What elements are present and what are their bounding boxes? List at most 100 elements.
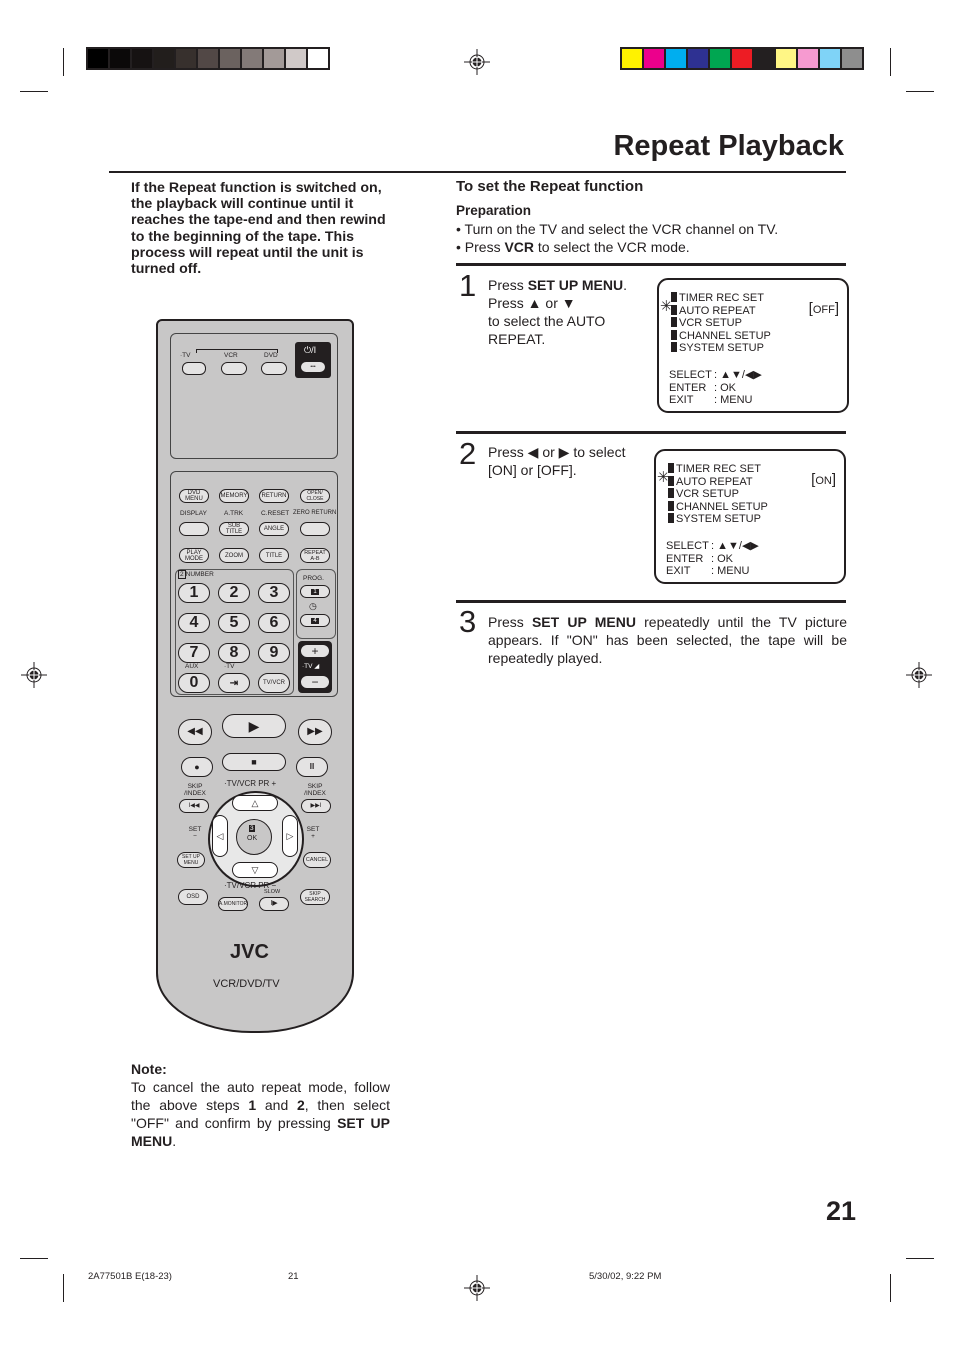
color-swatch bbox=[732, 49, 752, 68]
digit-8-button[interactable]: 8 bbox=[218, 643, 250, 663]
left-button[interactable]: ◁ bbox=[212, 815, 228, 857]
osd-screen-step1: TIMER REC SET AUTO REPEAT ✳ VCR SETUP CHANNE… bbox=[657, 278, 849, 413]
menu-item: SYSTEM SETUP bbox=[671, 342, 764, 355]
menu-item: TIMER REC SET bbox=[671, 292, 764, 305]
skip-forward-button[interactable]: ▶▶I bbox=[301, 799, 331, 813]
input-select-button[interactable]: ⇥ bbox=[218, 673, 250, 693]
rewind-button[interactable]: ◀◀ bbox=[178, 719, 212, 745]
prog-4-button[interactable]: 4 bbox=[300, 614, 330, 627]
creset-label: C.RESET bbox=[261, 510, 290, 517]
stop-button[interactable]: ■ bbox=[222, 753, 286, 771]
return-button[interactable]: RETURN bbox=[259, 489, 289, 503]
step-number: 1 bbox=[459, 268, 477, 303]
volume-down-button[interactable]: − bbox=[300, 675, 330, 689]
menu-item: TIMER REC SET bbox=[668, 463, 761, 476]
set-plus-label: SET + bbox=[306, 826, 320, 840]
skip-search-button[interactable]: SKIP SEARCH bbox=[300, 889, 330, 905]
number-label: 2 NUMBER bbox=[178, 570, 214, 579]
color-swatch bbox=[798, 49, 818, 68]
color-swatch bbox=[110, 49, 130, 68]
step-number: 2 bbox=[459, 436, 477, 471]
ok-step-badge: 3 bbox=[249, 825, 255, 832]
repeat-ab-button[interactable]: REPEAT A-B bbox=[300, 548, 330, 563]
display-button[interactable] bbox=[179, 522, 209, 536]
slow-label: SLOW bbox=[264, 889, 281, 895]
digit-9-button[interactable]: 9 bbox=[258, 643, 290, 663]
digit-7-button[interactable]: 7 bbox=[178, 643, 210, 663]
step-line: Press ◀ or ▶ to select bbox=[488, 444, 626, 460]
color-swatch bbox=[754, 49, 774, 68]
digit-1-button[interactable]: 1 bbox=[178, 583, 210, 603]
digit-0-button[interactable]: 0 bbox=[178, 673, 210, 693]
power-button[interactable]: ••• bbox=[300, 361, 326, 373]
registration-mark-icon bbox=[21, 662, 47, 688]
dvd-button[interactable] bbox=[261, 362, 287, 375]
record-button[interactable]: ● bbox=[181, 757, 213, 777]
crop-mark bbox=[890, 48, 891, 76]
digit-6-button[interactable]: 6 bbox=[258, 613, 290, 633]
prog-1-button[interactable]: 1 bbox=[300, 585, 330, 598]
angle-button[interactable]: ANGLE bbox=[259, 522, 289, 536]
step-2-badge: 2 bbox=[178, 570, 186, 579]
cancel-button[interactable]: CANCEL bbox=[303, 852, 331, 868]
digit-2-button[interactable]: 2 bbox=[218, 583, 250, 603]
open-close-button[interactable]: OPEN/ CLOSE bbox=[300, 489, 330, 503]
digit-4-button[interactable]: 4 bbox=[178, 613, 210, 633]
step-rule bbox=[456, 600, 846, 603]
prog-label: PROG. bbox=[303, 575, 324, 582]
preparation-heading: Preparation bbox=[456, 203, 532, 218]
menu-item: VCR SETUP bbox=[668, 488, 739, 501]
menu-item: CHANNEL SETUP bbox=[668, 500, 768, 514]
play-mode-button[interactable]: PLAY MODE bbox=[179, 548, 209, 563]
model-label: VCR/DVD/TV bbox=[213, 978, 280, 990]
up-button[interactable]: △ bbox=[232, 795, 278, 811]
step-3-text: Press SET UP MENU repeatedly until the T… bbox=[488, 613, 847, 667]
setup-menu-button[interactable]: SET UP MENU bbox=[177, 852, 205, 868]
slow-button[interactable]: I▶ bbox=[259, 897, 289, 911]
auto-repeat-value: [ON] bbox=[811, 471, 836, 488]
vcr-button[interactable] bbox=[221, 362, 247, 375]
right-button[interactable]: ▷ bbox=[282, 815, 298, 857]
ok-label: OK bbox=[247, 835, 258, 842]
preparation-text: • Turn on the TV and select the VCR chan… bbox=[456, 221, 779, 237]
skip-index-right-label: SKIP /INDEX bbox=[304, 783, 326, 797]
registration-mark-icon bbox=[464, 49, 490, 75]
title-button[interactable]: TITLE bbox=[259, 548, 289, 563]
tv-vcr-button[interactable]: TV/VCR bbox=[258, 673, 290, 693]
section-heading: To set the Repeat function bbox=[456, 178, 644, 195]
memory-button[interactable]: MEMORY bbox=[219, 489, 249, 503]
auto-repeat-value: [OFF] bbox=[808, 300, 839, 317]
subtitle-button[interactable]: SUB TITLE bbox=[219, 522, 249, 536]
set-minus-label: SET − bbox=[188, 826, 202, 840]
zoom-button[interactable]: ZOOM bbox=[219, 548, 249, 563]
digit-3-button[interactable]: 3 bbox=[258, 583, 290, 603]
zero-return-button[interactable] bbox=[300, 522, 330, 536]
color-swatch bbox=[644, 49, 664, 68]
brand-logo: JVC bbox=[230, 941, 269, 963]
menu-item: VCR SETUP bbox=[671, 317, 742, 330]
play-button[interactable]: ▶ bbox=[222, 714, 286, 738]
fast-forward-button[interactable]: ▶▶ bbox=[298, 719, 332, 745]
skip-back-button[interactable]: I◀◀ bbox=[179, 799, 209, 813]
color-swatch bbox=[242, 49, 262, 68]
step-line: to select the AUTO bbox=[488, 313, 606, 329]
step-rule bbox=[456, 431, 846, 434]
audio-monitor-button[interactable]: A.MONITOR bbox=[218, 897, 248, 911]
volume-up-button[interactable]: + bbox=[300, 644, 330, 658]
crop-mark bbox=[906, 91, 934, 92]
osd-button[interactable]: OSD bbox=[178, 889, 208, 905]
registration-mark-icon bbox=[906, 662, 932, 688]
note-text-part: . bbox=[172, 1133, 177, 1149]
down-button[interactable]: ▽ bbox=[232, 862, 278, 878]
intro-paragraph: If the Repeat function is switched on, t… bbox=[131, 180, 386, 278]
volume-label: ·TV ◢ bbox=[302, 663, 320, 670]
digit-5-button[interactable]: 5 bbox=[218, 613, 250, 633]
cursor-blink-icon: ✳ bbox=[657, 468, 670, 486]
color-calibration-bar bbox=[620, 47, 864, 70]
tv-button[interactable] bbox=[182, 362, 206, 375]
dvd-menu-button[interactable]: DVD MENU bbox=[179, 489, 209, 503]
preparation-text: to select the VCR mode. bbox=[534, 239, 690, 255]
step-line: REPEAT. bbox=[488, 331, 546, 347]
prog-4-label: 4 bbox=[311, 617, 319, 624]
pause-button[interactable]: II bbox=[296, 757, 328, 777]
